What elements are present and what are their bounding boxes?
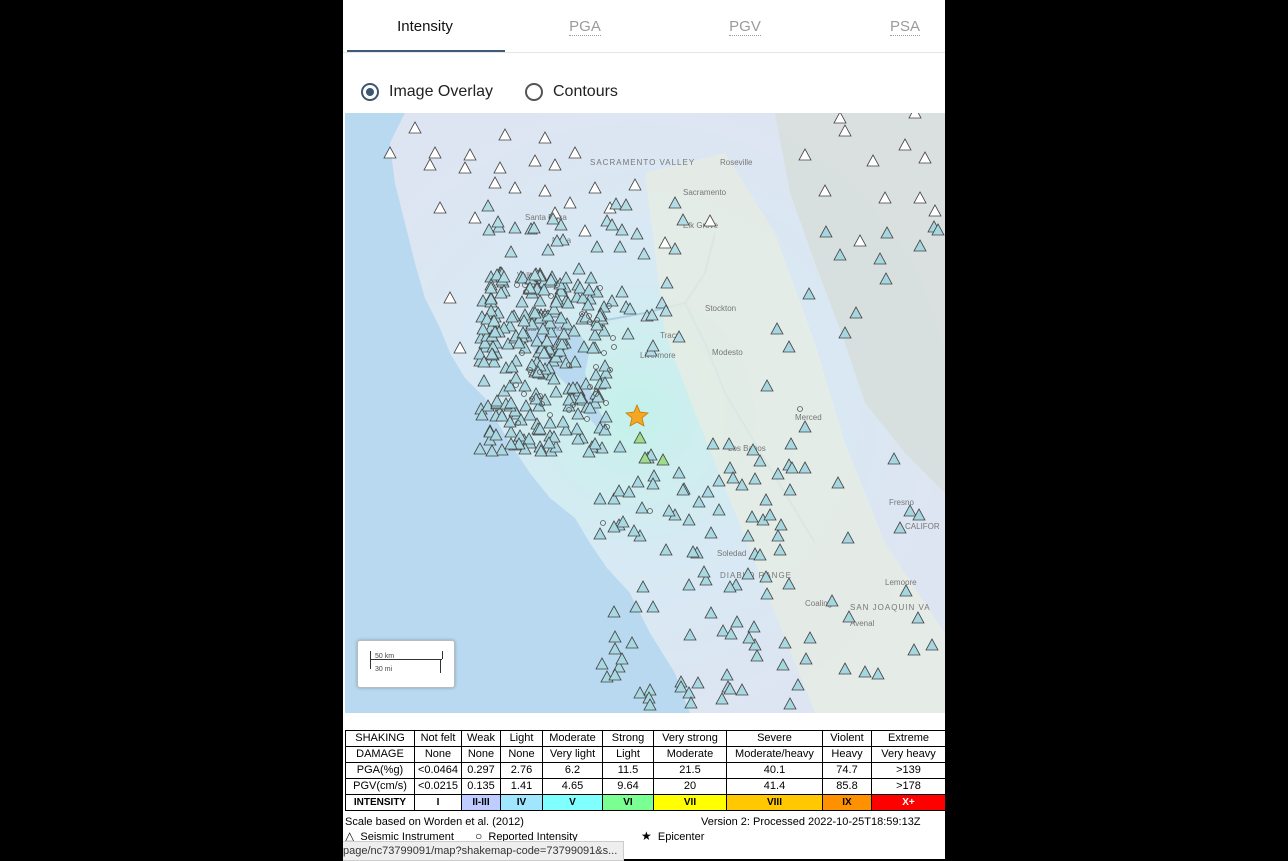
shaking-cell: Moderate: [542, 730, 603, 747]
tab-intensity[interactable]: Intensity: [345, 0, 505, 52]
pgv-cell: 1.41: [500, 778, 543, 795]
legend-row-intensity: INTENSITY I II-III IV V VI VII VIII IX X+: [345, 794, 945, 811]
place-label: Sacramento: [683, 188, 727, 197]
pga-cell: 11.5: [602, 762, 654, 779]
shaking-cell: Extreme: [871, 730, 945, 747]
tab-pgv[interactable]: PGV: [665, 0, 825, 51]
intensity-cell: I: [414, 794, 462, 811]
damage-cell: Moderate/heavy: [726, 746, 823, 763]
scale-note: Scale based on Worden et al. (2012): [345, 816, 524, 828]
pgv-row-header: PGV(cm/s): [345, 778, 415, 795]
scale-line: [370, 659, 442, 660]
tab-pgv-label: PGV: [729, 18, 761, 36]
pga-cell: >139: [871, 762, 945, 779]
pga-cell: 6.2: [542, 762, 603, 779]
contours-label: Contours: [553, 83, 618, 100]
pgv-cell: >178: [871, 778, 945, 795]
pga-cell: 74.7: [822, 762, 872, 779]
radio-unchecked-icon: [525, 83, 543, 101]
place-label: SAN JOAQUIN VA: [850, 603, 931, 612]
shaking-cell: Severe: [726, 730, 823, 747]
tab-psa[interactable]: PSA: [825, 0, 945, 51]
pgv-cell: 85.8: [822, 778, 872, 795]
intensity-cell: VIII: [726, 794, 823, 811]
image-overlay-radio[interactable]: Image Overlay: [361, 80, 493, 104]
place-label: Lemoore: [885, 578, 917, 587]
radio-checked-icon: [361, 83, 379, 101]
shaking-cell: Violent: [822, 730, 872, 747]
contours-radio[interactable]: Contours: [525, 80, 618, 104]
map-canvas: RosevilleSacramentoElk GroveVallejoNapaS…: [345, 113, 945, 713]
pgv-cell: <0.0215: [414, 778, 462, 795]
damage-cell: Light: [602, 746, 654, 763]
pga-cell: <0.0464: [414, 762, 462, 779]
tab-psa-label: PSA: [889, 18, 920, 36]
place-label: Merced: [795, 413, 822, 422]
tab-intensity-label: Intensity: [397, 18, 453, 35]
pga-cell: 2.76: [500, 762, 543, 779]
intensity-legend-table: SHAKING Not felt Weak Light Moderate Strong Ve…: [345, 730, 945, 811]
shakemap-map[interactable]: RosevilleSacramentoElk GroveVallejoNapaS…: [345, 113, 945, 713]
scale-tick-right-bottom: [440, 659, 441, 673]
damage-cell: Very heavy: [871, 746, 945, 763]
pgv-cell: 9.64: [602, 778, 654, 795]
tab-bar: Intensity PGA PGV PSA: [343, 0, 945, 53]
shaking-cell: Light: [500, 730, 543, 747]
place-label: Stockton: [705, 304, 736, 313]
place-label: DIABLO RANGE: [720, 571, 792, 580]
legend-epicenter: ★ Epicenter: [641, 829, 704, 843]
legend-row-damage: DAMAGE None None None Very light Light Moderat…: [345, 746, 945, 763]
place-label: CALIFOR: [905, 522, 940, 531]
intensity-cell: V: [542, 794, 603, 811]
shaking-row-header: SHAKING: [345, 730, 415, 747]
pgv-cell: 0.135: [461, 778, 501, 795]
pga-cell: 40.1: [726, 762, 823, 779]
damage-cell: None: [500, 746, 543, 763]
intensity-row-header: INTENSITY: [345, 794, 415, 811]
pga-cell: 21.5: [653, 762, 727, 779]
shaking-cell: Very strong: [653, 730, 727, 747]
scale-mi-label: 30 mi: [375, 666, 393, 673]
intensity-cell: II-III: [461, 794, 501, 811]
damage-cell: Moderate: [653, 746, 727, 763]
scale-tick-left: [370, 651, 371, 669]
place-label: SACRAMENTO VALLEY: [590, 158, 695, 167]
pgv-cell: 20: [653, 778, 727, 795]
tab-pga[interactable]: PGA: [505, 0, 665, 51]
intensity-cell: IX: [822, 794, 872, 811]
legend-row-pgv: PGV(cm/s) <0.0215 0.135 1.41 4.65 9.64 20 41.4 8…: [345, 778, 945, 795]
intensity-cell: X+: [871, 794, 945, 811]
shakemap-panel: Intensity PGA PGV PSA Image Overlay Cont…: [343, 0, 945, 859]
epicenter-label: Epicenter: [657, 831, 705, 843]
place-label: Roseville: [720, 158, 753, 167]
shaking-cell: Strong: [602, 730, 654, 747]
damage-row-header: DAMAGE: [345, 746, 415, 763]
intensity-cell: VI: [602, 794, 654, 811]
shaking-cell: Weak: [461, 730, 501, 747]
damage-cell: None: [414, 746, 462, 763]
image-overlay-label: Image Overlay: [389, 83, 494, 100]
damage-cell: Heavy: [822, 746, 872, 763]
scale-bar: 50 km 30 mi: [357, 640, 455, 688]
pgv-cell: 41.4: [726, 778, 823, 795]
pga-row-header: PGA(%g): [345, 762, 415, 779]
shaking-cell: Not felt: [414, 730, 462, 747]
intensity-cell: VII: [653, 794, 727, 811]
pgv-cell: 4.65: [542, 778, 603, 795]
scale-tick-right-top: [442, 651, 443, 659]
place-label: Modesto: [712, 348, 743, 357]
star-icon: ★: [641, 829, 652, 843]
damage-cell: Very light: [542, 746, 603, 763]
pga-cell: 0.297: [461, 762, 501, 779]
version-note: Version 2: Processed 2022-10-25T18:59:13…: [701, 816, 921, 828]
browser-status-bar: page/nc73799091/map?shakemap-code=737990…: [343, 841, 625, 861]
intensity-cell: IV: [500, 794, 543, 811]
legend-row-pga: PGA(%g) <0.0464 0.297 2.76 6.2 11.5 21.5 40.1 74…: [345, 762, 945, 779]
tab-pga-label: PGA: [569, 18, 601, 36]
legend-row-shaking: SHAKING Not felt Weak Light Moderate Strong Ve…: [345, 730, 945, 747]
place-label: Soledad: [717, 549, 746, 558]
damage-cell: None: [461, 746, 501, 763]
